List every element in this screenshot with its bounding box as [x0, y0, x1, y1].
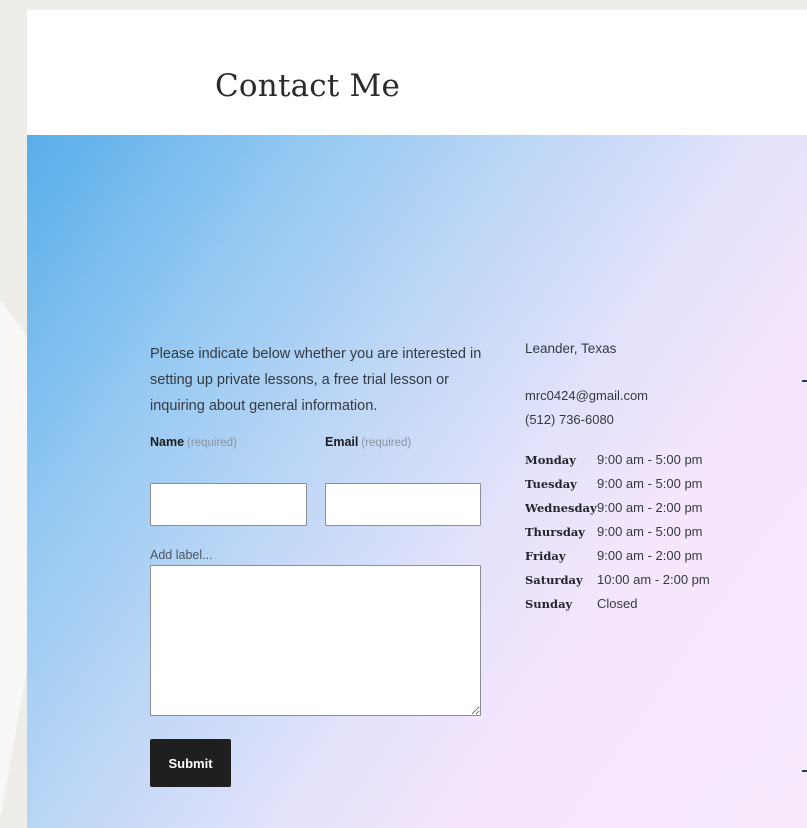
hours-day: Wednesday [525, 501, 597, 515]
form-intro-text: Please indicate below whether you are in… [150, 346, 482, 414]
hours-day: Saturday [525, 573, 583, 587]
hours-time: 9:00 am - 5:00 pm [597, 476, 703, 491]
email-field-label: Email (required) [325, 435, 411, 449]
hours-time: Closed [597, 596, 638, 611]
email-input[interactable] [325, 483, 481, 526]
hours-row-friday: Friday 9:00 am - 2:00 pm [525, 548, 755, 572]
submit-button[interactable]: Submit [150, 739, 231, 787]
hours-row-monday: Monday 9:00 am - 5:00 pm [525, 452, 755, 476]
hours-time: 9:00 am - 5:00 pm [597, 524, 703, 539]
email-link[interactable]: mrc0424@gmail.com [525, 388, 648, 403]
edge-marker [802, 380, 807, 382]
hours-row-sunday: Sunday Closed [525, 596, 755, 620]
hours-time: 9:00 am - 2:00 pm [597, 548, 703, 563]
hours-row-tuesday: Tuesday 9:00 am - 5:00 pm [525, 476, 755, 500]
email-label-text: Email [325, 435, 359, 449]
contact-section: Please indicate below whether you are in… [27, 135, 807, 828]
business-hours-table: Monday 9:00 am - 5:00 pm Tuesday 9:00 am… [525, 452, 755, 620]
hours-day: Sunday [525, 597, 573, 611]
hours-day: Thursday [525, 525, 585, 539]
hours-row-thursday: Thursday 9:00 am - 5:00 pm [525, 524, 755, 548]
location-text: Leander, Texas [525, 341, 617, 356]
hours-day: Monday [525, 453, 576, 467]
contact-page: Contact Me Please indicate below whether… [27, 10, 807, 828]
email-required-hint: (required) [361, 437, 412, 449]
hours-time: 10:00 am - 2:00 pm [597, 572, 710, 587]
name-input[interactable] [150, 483, 307, 526]
hours-time: 9:00 am - 5:00 pm [597, 452, 703, 467]
edge-marker [802, 770, 807, 772]
hours-row-wednesday: Wednesday 9:00 am - 2:00 pm [525, 500, 755, 524]
page-header: Contact Me [27, 10, 807, 135]
name-label-text: Name [150, 435, 185, 449]
name-field-label: Name (required) [150, 435, 237, 449]
name-required-hint: (required) [187, 437, 237, 449]
hours-time: 9:00 am - 2:00 pm [597, 500, 703, 515]
message-field-label: Add label... [150, 548, 213, 562]
page-title: Contact Me [215, 68, 401, 104]
message-textarea[interactable] [150, 565, 481, 716]
hours-day: Friday [525, 549, 566, 563]
hours-day: Tuesday [525, 477, 577, 491]
phone-number: (512) 736-6080 [525, 412, 614, 427]
hours-row-saturday: Saturday 10:00 am - 2:00 pm [525, 572, 755, 596]
